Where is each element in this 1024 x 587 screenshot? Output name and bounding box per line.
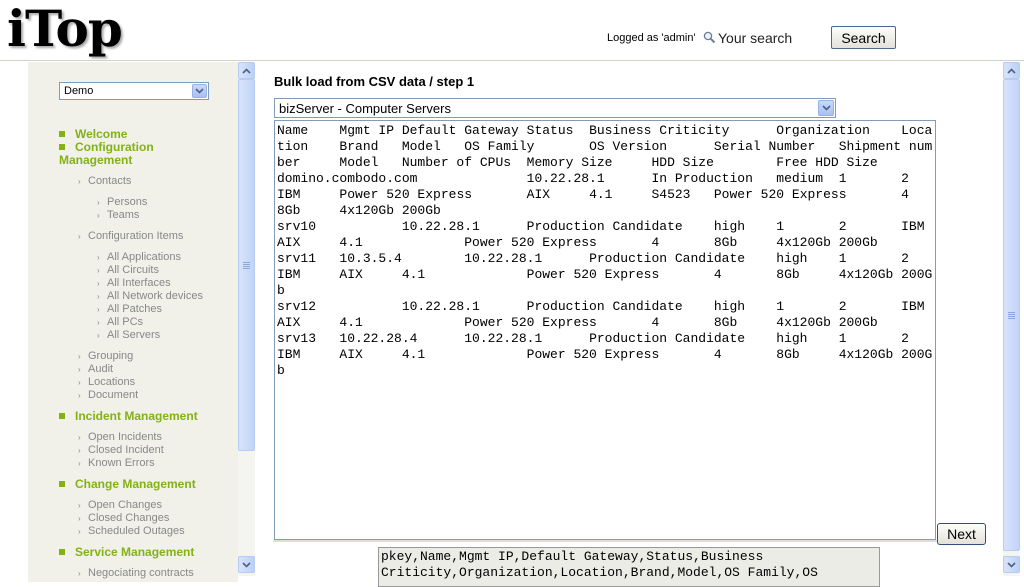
chevron-right-icon: › [97,331,100,340]
menu-configuration[interactable]: Configuration Management [59,141,209,167]
chevron-right-icon: › [78,352,81,361]
itop-logo[interactable]: iTop [7,0,123,58]
search-icon [703,31,716,44]
menu-grouping[interactable]: › Grouping [78,350,133,363]
scroll-down-icon[interactable] [238,556,255,573]
sidebar-scrollbar[interactable] [238,62,255,576]
grip-icon [243,261,250,269]
chevron-right-icon: › [78,569,81,578]
scroll-down-icon[interactable] [1003,556,1020,573]
header: iTop Logged as 'admin' Search [0,0,1024,61]
chevron-right-icon: › [97,305,100,314]
menu-all-applications[interactable]: › All Applications [97,251,181,264]
bullet-icon [59,131,65,137]
menu-persons[interactable]: › Persons [97,196,147,209]
organization-select[interactable]: Demo [59,82,209,100]
menu-audit[interactable]: › Audit [78,363,113,376]
menu-open-changes[interactable]: › Open Changes [78,499,162,512]
bullet-icon [59,481,65,487]
class-select-value: bizServer - Computer Servers [279,100,451,116]
chevron-right-icon: › [78,391,81,400]
page-title: Bulk load from CSV data / step 1 [274,74,475,89]
chevron-right-icon: › [97,279,100,288]
next-button[interactable]: Next [937,523,986,545]
chevron-right-icon: › [78,378,81,387]
sidebar-scroll-thumb[interactable] [238,79,255,451]
search-input[interactable] [716,29,824,46]
bullet-icon [59,144,65,150]
chevron-down-icon[interactable] [818,100,834,116]
menu-all-pcs[interactable]: › All PCs [97,316,143,329]
menu-known-errors[interactable]: › Known Errors [78,457,155,470]
menu-scheduled-outages[interactable]: › Scheduled Outages [78,525,185,538]
grip-icon [1008,311,1015,319]
chevron-down-icon[interactable] [192,84,207,98]
menu-closed-changes[interactable]: › Closed Changes [78,512,169,525]
chevron-right-icon: › [97,198,100,207]
menu-all-interfaces[interactable]: › All Interfaces [97,277,171,290]
chevron-right-icon: › [97,253,100,262]
menu-all-patches[interactable]: › All Patches [97,303,162,316]
csv-data-textarea[interactable]: Name Mgmt IP Default Gateway Status Busi… [274,120,936,540]
menu-contacts[interactable]: › Contacts [78,175,131,188]
chevron-right-icon: › [97,211,100,220]
main-scrollbar[interactable] [1003,62,1020,576]
logged-as-label: Logged as 'admin' [607,32,696,44]
chevron-right-icon: › [78,365,81,374]
menu-document[interactable]: › Document [78,389,138,402]
chevron-right-icon: › [97,318,100,327]
chevron-right-icon: › [78,232,81,241]
menu-locations[interactable]: › Locations [78,376,135,389]
menu-negociating-contracts[interactable]: › Negociating contracts [78,567,194,580]
chevron-right-icon: › [97,266,100,275]
chevron-right-icon: › [78,459,81,468]
chevron-right-icon: › [78,433,81,442]
bullet-icon [59,549,65,555]
menu-incident-management[interactable]: Incident Management [59,410,198,423]
chevron-right-icon: › [78,501,81,510]
sidebar: Demo Welcome Configuration Management › C… [28,62,238,582]
chevron-right-icon: › [78,514,81,523]
scroll-up-icon[interactable] [1003,62,1020,79]
menu-open-incidents[interactable]: › Open Incidents [78,431,162,444]
chevron-right-icon: › [78,446,81,455]
csv-preview: pkey,Name,Mgmt IP,Default Gateway,Status… [378,547,880,587]
scroll-up-icon[interactable] [238,62,255,79]
menu-teams[interactable]: › Teams [97,209,139,222]
textarea-shadow [273,540,937,542]
search-box[interactable] [700,28,826,47]
menu-change-management[interactable]: Change Management [59,478,196,491]
class-select[interactable]: bizServer - Computer Servers [274,98,836,118]
menu-service-management[interactable]: Service Management [59,546,194,559]
menu-all-network-devices[interactable]: › All Network devices [97,290,203,303]
bullet-icon [59,413,65,419]
search-button[interactable]: Search [831,26,896,49]
menu-closed-incident[interactable]: › Closed Incident [78,444,164,457]
chevron-right-icon: › [78,527,81,536]
left-band [0,62,23,582]
menu-configuration-items[interactable]: › Configuration Items [78,230,183,243]
main-scroll-thumb[interactable] [1003,79,1020,551]
chevron-right-icon: › [78,177,81,186]
organization-select-value: Demo [64,85,94,97]
chevron-right-icon: › [97,292,100,301]
menu-all-servers[interactable]: › All Servers [97,329,160,342]
menu-all-circuits[interactable]: › All Circuits [97,264,159,277]
